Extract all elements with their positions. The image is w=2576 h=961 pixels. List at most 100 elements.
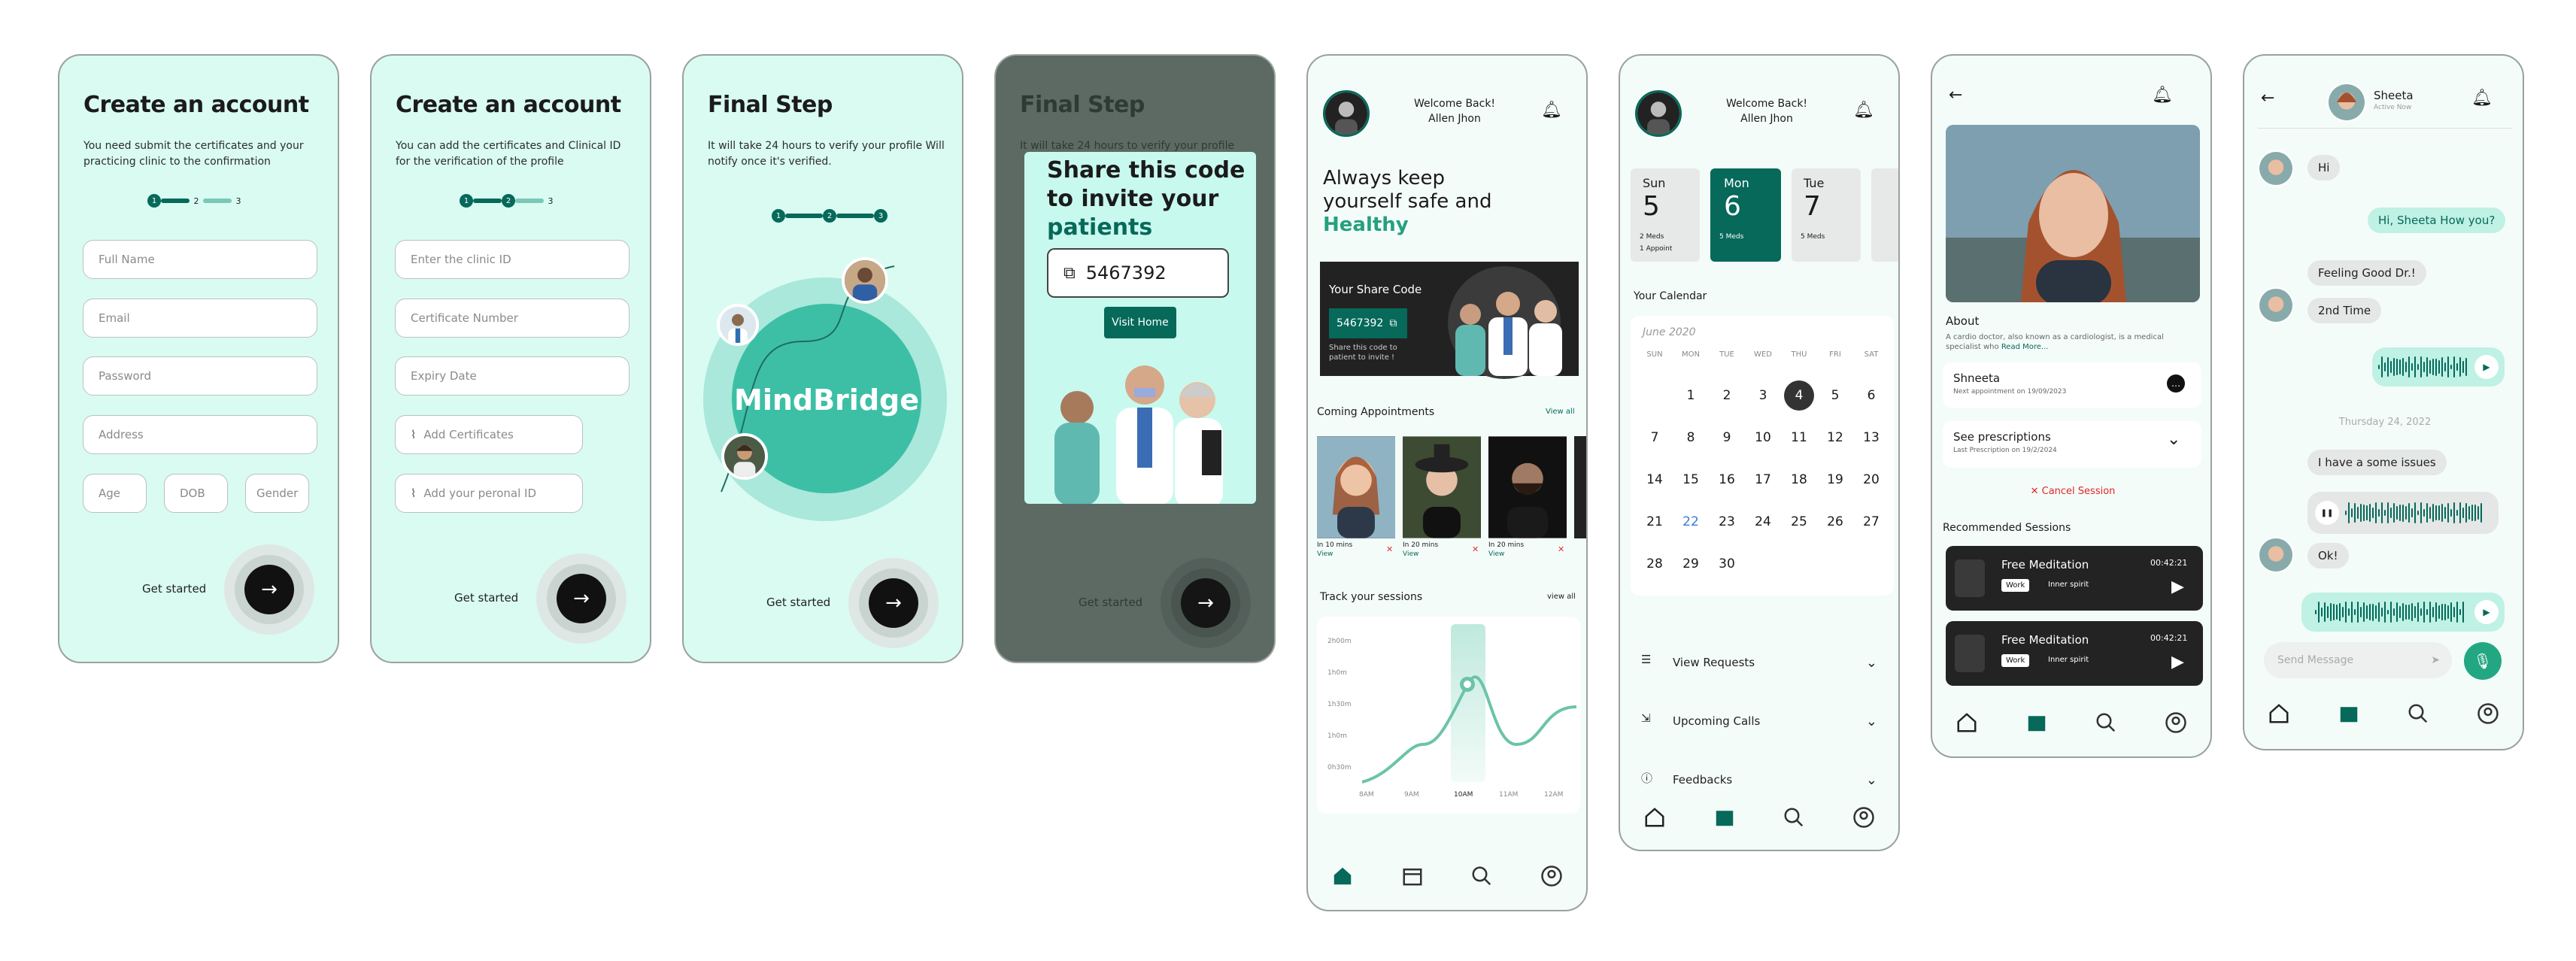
play-icon[interactable]: ▶: [2474, 600, 2499, 624]
profile-icon[interactable]: [2477, 702, 2499, 725]
message-input[interactable]: Send Message ➤: [2264, 642, 2452, 678]
date-cell[interactable]: 17: [1745, 472, 1781, 487]
calendar-icon[interactable]: [2338, 702, 2360, 725]
voice-message-out[interactable]: ▶: [2301, 593, 2505, 632]
certificate-number-input[interactable]: Certificate Number: [395, 299, 630, 338]
mic-button[interactable]: 🎙︎: [2464, 642, 2502, 680]
age-input[interactable]: Age: [83, 474, 147, 513]
feedbacks-row[interactable]: ⓘ Feedbacks ⌄: [1641, 759, 1877, 800]
cancel-icon[interactable]: ✕: [1558, 544, 1564, 554]
back-arrow-icon[interactable]: ←: [2261, 89, 2274, 108]
date-cell[interactable]: 28: [1637, 556, 1673, 571]
appointment-view-3[interactable]: View: [1488, 550, 1504, 558]
date-cell[interactable]: 1: [1673, 388, 1709, 403]
date-cell[interactable]: 19: [1817, 472, 1853, 487]
date-cell[interactable]: 18: [1781, 472, 1817, 487]
appointment-view-2[interactable]: View: [1403, 550, 1418, 558]
pause-icon[interactable]: ❚❚: [2315, 501, 2339, 525]
search-icon[interactable]: [2095, 711, 2117, 734]
date-cell[interactable]: 27: [1853, 514, 1889, 529]
profile-icon[interactable]: [1540, 865, 1563, 887]
view-requests-row[interactable]: ☰ View Requests ⌄: [1641, 642, 1877, 683]
share-code-box[interactable]: ⧉ 5467392: [1047, 248, 1229, 298]
date-cell[interactable]: 10: [1745, 430, 1781, 445]
next-button[interactable]: →: [1161, 558, 1251, 648]
view-all-appointments-link[interactable]: View all: [1546, 408, 1575, 416]
address-input[interactable]: Address: [83, 415, 317, 454]
day-card-mon[interactable]: Mon 6 5 Meds: [1710, 168, 1781, 262]
date-cell[interactable]: 22: [1673, 514, 1709, 529]
chat-icon[interactable]: …: [2167, 374, 2185, 393]
date-cell[interactable]: 21: [1637, 514, 1673, 529]
profile-icon[interactable]: [2165, 711, 2187, 734]
cancel-session-button[interactable]: ✕ Cancel Session: [1932, 486, 2210, 497]
session-card-1[interactable]: Free Meditation Work Inner spirit 00:42:…: [1946, 546, 2203, 611]
date-cell[interactable]: 25: [1781, 514, 1817, 529]
calendar-icon[interactable]: [1401, 865, 1424, 887]
search-icon[interactable]: [1783, 806, 1805, 829]
appointment-view-1[interactable]: View: [1317, 550, 1333, 558]
appointment-photo-2[interactable]: [1403, 436, 1481, 538]
back-arrow-icon[interactable]: ←: [1949, 86, 1962, 105]
play-icon[interactable]: ▶: [2171, 578, 2184, 596]
play-icon[interactable]: ▶: [2171, 653, 2184, 671]
send-icon[interactable]: ➤: [2431, 654, 2440, 666]
add-personal-id-button[interactable]: ⌇ Add your peronal ID: [395, 474, 583, 513]
date-cell[interactable]: 29: [1673, 556, 1709, 571]
date-cell[interactable]: 6: [1853, 388, 1889, 403]
date-cell[interactable]: 14: [1637, 472, 1673, 487]
date-cell[interactable]: 4: [1784, 380, 1814, 411]
cancel-icon[interactable]: ✕: [1386, 544, 1393, 554]
appointment-photo-3[interactable]: [1488, 436, 1567, 538]
add-certificates-button[interactable]: ⌇ Add Certificates: [395, 415, 583, 454]
dob-input[interactable]: DOB: [164, 474, 228, 513]
voice-message-in[interactable]: ❚❚: [2307, 492, 2499, 534]
date-cell[interactable]: 8: [1673, 430, 1709, 445]
date-cell[interactable]: 20: [1853, 472, 1889, 487]
gender-select[interactable]: Gender: [245, 474, 309, 513]
calendar-icon[interactable]: [2025, 711, 2048, 734]
clinic-id-input[interactable]: Enter the clinic ID: [395, 240, 630, 279]
date-cell[interactable]: 16: [1709, 472, 1745, 487]
home-icon[interactable]: [2268, 702, 2290, 725]
date-cell[interactable]: 5: [1817, 388, 1853, 403]
date-cell[interactable]: 23: [1709, 514, 1745, 529]
notification-bell-icon[interactable]: 🔔︎: [2471, 89, 2493, 108]
date-cell[interactable]: 7: [1637, 430, 1673, 445]
full-name-input[interactable]: Full Name: [83, 240, 317, 279]
next-button[interactable]: →: [224, 544, 314, 635]
expiry-date-input[interactable]: Expiry Date: [395, 356, 630, 396]
patient-row[interactable]: Shneeta Next appointment on 19/09/2023 …: [1943, 362, 2201, 408]
profile-icon[interactable]: [1852, 806, 1875, 829]
password-input[interactable]: Password: [83, 356, 317, 396]
upcoming-calls-row[interactable]: ⇲ Upcoming Calls ⌄: [1641, 701, 1877, 741]
voice-message-out[interactable]: ▶: [2372, 347, 2505, 387]
doctor-avatar[interactable]: [1635, 90, 1682, 137]
session-card-2[interactable]: Free Meditation Work Inner spirit 00:42:…: [1946, 621, 2203, 686]
visit-home-button[interactable]: Visit Home: [1104, 307, 1176, 338]
date-cell[interactable]: 26: [1817, 514, 1853, 529]
prescriptions-row[interactable]: See prescriptions Last Prescription on 1…: [1943, 421, 2201, 468]
date-cell[interactable]: 30: [1709, 556, 1745, 571]
notification-bell-icon[interactable]: 🔔︎: [1541, 101, 1562, 120]
calendar-icon[interactable]: [1713, 806, 1736, 829]
cancel-icon[interactable]: ✕: [1472, 544, 1479, 554]
date-cell[interactable]: 2: [1709, 388, 1745, 403]
search-icon[interactable]: [1470, 865, 1493, 887]
date-cell[interactable]: 9: [1709, 430, 1745, 445]
notification-bell-icon[interactable]: 🔔︎: [1853, 101, 1874, 120]
home-icon[interactable]: [1956, 711, 1978, 734]
view-all-sessions-link[interactable]: view all: [1547, 593, 1576, 601]
play-icon[interactable]: ▶: [2474, 355, 2499, 379]
date-cell[interactable]: 13: [1853, 430, 1889, 445]
date-cell[interactable]: 15: [1673, 472, 1709, 487]
doctor-avatar[interactable]: [1323, 90, 1370, 137]
share-code-chip[interactable]: 5467392 ⧉: [1329, 308, 1407, 338]
date-cell[interactable]: 3: [1745, 388, 1781, 403]
day-card-sun[interactable]: Sun 5 2 Meds 1 Appoint: [1631, 168, 1700, 262]
notification-bell-icon[interactable]: 🔔︎: [2152, 86, 2173, 105]
email-input[interactable]: Email: [83, 299, 317, 338]
date-cell[interactable]: 11: [1781, 430, 1817, 445]
next-button[interactable]: →: [848, 558, 939, 648]
date-cell[interactable]: 12: [1817, 430, 1853, 445]
